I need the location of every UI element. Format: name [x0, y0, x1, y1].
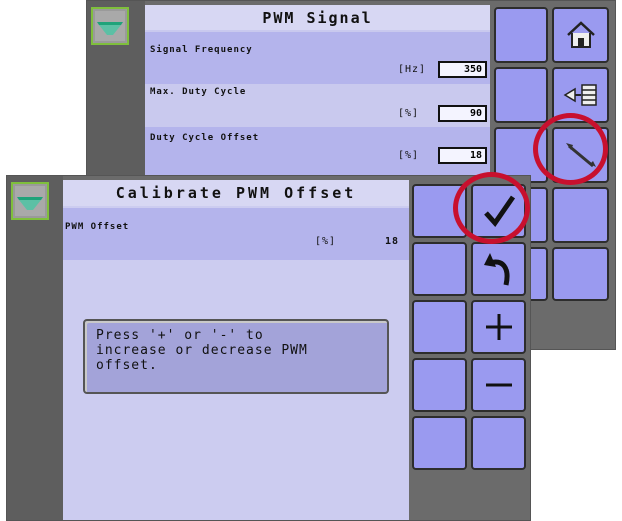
blank-button[interactable]: [471, 416, 526, 470]
instruction-message: Press '+' or '-' to increase or decrease…: [83, 319, 389, 394]
pwm-offset-value: 18: [385, 236, 400, 247]
signal-frequency-label: Signal Frequency: [150, 45, 253, 55]
minus-icon: [485, 383, 512, 387]
blank-button[interactable]: [552, 247, 609, 301]
calibrate-pwm-offset-screen: Calibrate PWM Offset PWM Offset [%] 18 P…: [6, 175, 531, 521]
signal-frequency-unit: [Hz]: [398, 64, 427, 75]
home-button[interactable]: [552, 7, 609, 63]
signal-frequency-value[interactable]: 350: [438, 61, 487, 78]
page-title: Calibrate PWM Offset: [63, 180, 409, 206]
pwm-offset-unit: [%]: [315, 236, 337, 247]
max-duty-cycle-unit: [%]: [398, 108, 420, 119]
duty-cycle-offset-value[interactable]: 18: [438, 147, 487, 164]
page-title: PWM Signal: [145, 5, 490, 30]
pwm-offset-label: PWM Offset: [65, 222, 130, 232]
max-duty-cycle-label: Max. Duty Cycle: [150, 87, 247, 97]
highlight-circle: [533, 113, 608, 185]
highlight-circle: [453, 172, 530, 244]
boom-icon: [91, 7, 129, 45]
duty-cycle-offset-unit: [%]: [398, 150, 420, 161]
home-icon: [566, 21, 595, 48]
duty-cycle-offset-label: Duty Cycle Offset: [150, 133, 260, 143]
blank-button[interactable]: [412, 416, 467, 470]
boom-icon: [11, 182, 49, 220]
left-status-column: [7, 176, 63, 520]
blank-button[interactable]: [412, 300, 467, 354]
max-duty-cycle-value[interactable]: 90: [438, 105, 487, 122]
blank-button[interactable]: [494, 7, 548, 63]
blank-button[interactable]: [412, 358, 467, 412]
list-back-icon: [563, 84, 597, 106]
plus-icon: [485, 314, 512, 340]
blank-button[interactable]: [412, 242, 467, 296]
plus-button[interactable]: [471, 300, 526, 354]
row-pwm-offset: [63, 208, 409, 260]
blank-button[interactable]: [552, 187, 609, 243]
blank-button[interactable]: [494, 67, 548, 123]
undo-button[interactable]: [471, 242, 526, 296]
minus-button[interactable]: [471, 358, 526, 412]
undo-arrow-icon: [483, 253, 509, 286]
